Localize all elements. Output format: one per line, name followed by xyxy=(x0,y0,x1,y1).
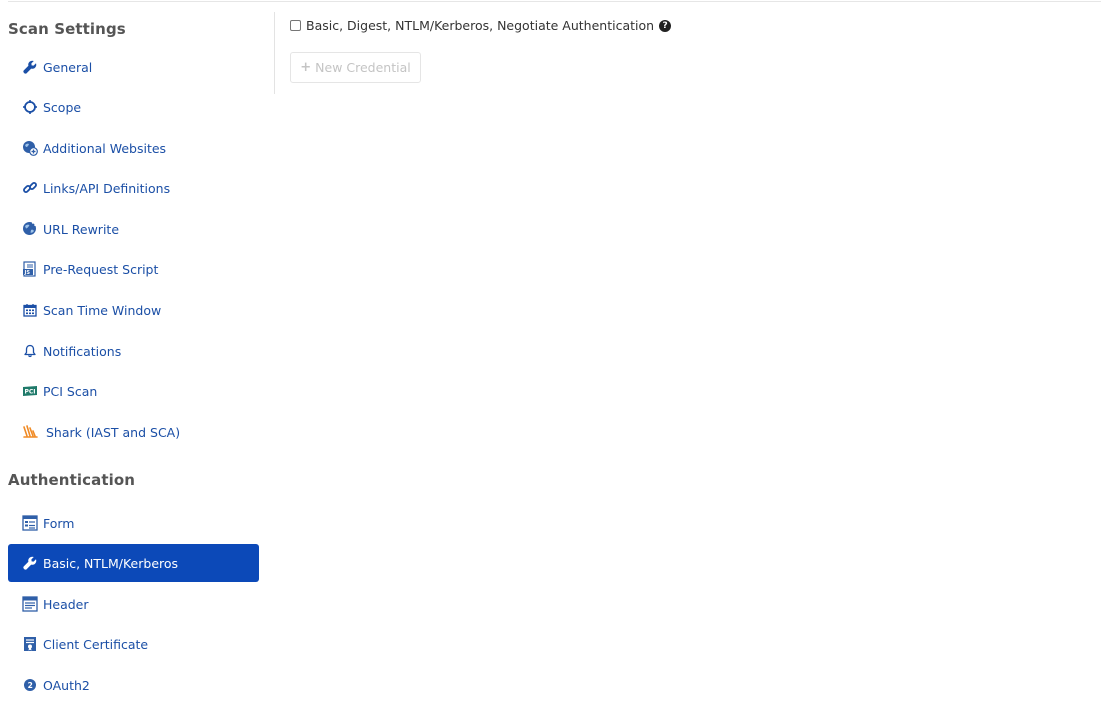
wrench-icon xyxy=(22,59,38,75)
authentication-heading: Authentication xyxy=(8,471,136,489)
header-icon xyxy=(22,596,38,612)
js-file-icon: JS xyxy=(22,261,38,277)
sidebar-item-label: Pre-Request Script xyxy=(43,261,159,277)
sidebar-item-general[interactable]: General xyxy=(8,48,259,86)
sidebar-item-form[interactable]: Form xyxy=(8,504,259,542)
sidebar-item-label: Client Certificate xyxy=(43,636,149,652)
globe-settings-icon xyxy=(22,221,38,237)
sidebar-item-label: PCI Scan xyxy=(43,383,98,399)
pci-icon: PCI xyxy=(22,383,38,399)
sidebar-item-label: Notifications xyxy=(43,343,122,359)
shark-icon xyxy=(22,424,38,440)
sidebar-item-label: Form xyxy=(43,515,75,531)
bell-icon xyxy=(22,343,38,359)
sidebar-item-label: Additional Websites xyxy=(43,140,167,156)
sidebar-item-scan-time-window[interactable]: Scan Time Window xyxy=(8,291,259,329)
sidebar-item-label: Shark (IAST and SCA) xyxy=(46,424,181,440)
oauth2-icon: 2 xyxy=(22,677,38,693)
scan-settings-heading: Scan Settings xyxy=(8,20,126,38)
sidebar-divider xyxy=(274,12,275,94)
basic-auth-checkbox[interactable] xyxy=(290,20,301,31)
question-circle-icon[interactable]: ? xyxy=(659,19,672,32)
sidebar-item-notifications[interactable]: Notifications xyxy=(8,332,259,370)
sidebar-item-header[interactable]: Header xyxy=(8,585,259,623)
sidebar-item-label: Header xyxy=(43,596,89,612)
svg-text:PCI: PCI xyxy=(25,389,36,396)
sidebar-item-label: Scope xyxy=(43,99,82,115)
sidebar-item-basic-ntlm-kerberos[interactable]: Basic, NTLM/Kerberos xyxy=(8,544,259,582)
basic-auth-option: Basic, Digest, NTLM/Kerberos, Negotiate … xyxy=(290,18,672,33)
form-icon xyxy=(22,515,38,531)
wrench-icon xyxy=(22,555,38,571)
calendar-icon xyxy=(22,302,38,318)
sidebar-item-scope[interactable]: Scope xyxy=(8,88,259,126)
globe-plus-icon xyxy=(22,140,38,156)
sidebar-item-label: OAuth2 xyxy=(43,677,90,693)
basic-auth-checkbox-label[interactable]: Basic, Digest, NTLM/Kerberos, Negotiate … xyxy=(306,18,654,33)
sidebar-item-label: General xyxy=(43,59,93,75)
new-credential-button[interactable]: + New Credential xyxy=(290,52,421,83)
sidebar-item-pci-scan[interactable]: PCI PCI Scan xyxy=(8,372,259,410)
sidebar-item-pre-request-script[interactable]: JS Pre-Request Script xyxy=(8,250,259,288)
plus-icon: + xyxy=(300,60,312,75)
sidebar: Scan Settings General Scope Additional W… xyxy=(0,0,274,724)
sidebar-item-shark[interactable]: Shark (IAST and SCA) xyxy=(8,413,259,451)
new-credential-label: New Credential xyxy=(315,60,411,75)
sidebar-item-additional-websites[interactable]: Additional Websites xyxy=(8,129,259,167)
sidebar-item-client-certificate[interactable]: Client Certificate xyxy=(8,625,259,663)
link-icon xyxy=(22,180,38,196)
page: Scan Settings General Scope Additional W… xyxy=(0,0,1109,724)
sidebar-item-label: URL Rewrite xyxy=(43,221,120,237)
certificate-icon xyxy=(22,636,38,652)
sidebar-item-label: Basic, NTLM/Kerberos xyxy=(43,555,179,571)
svg-text:JS: JS xyxy=(24,270,31,276)
sidebar-item-url-rewrite[interactable]: URL Rewrite xyxy=(8,210,259,248)
svg-text:2: 2 xyxy=(28,681,33,690)
sidebar-item-links-api[interactable]: Links/API Definitions xyxy=(8,169,259,207)
sidebar-item-label: Scan Time Window xyxy=(43,302,162,318)
sidebar-item-oauth2[interactable]: 2 OAuth2 xyxy=(8,666,259,704)
crosshair-icon xyxy=(22,99,38,115)
sidebar-item-label: Links/API Definitions xyxy=(43,180,171,196)
